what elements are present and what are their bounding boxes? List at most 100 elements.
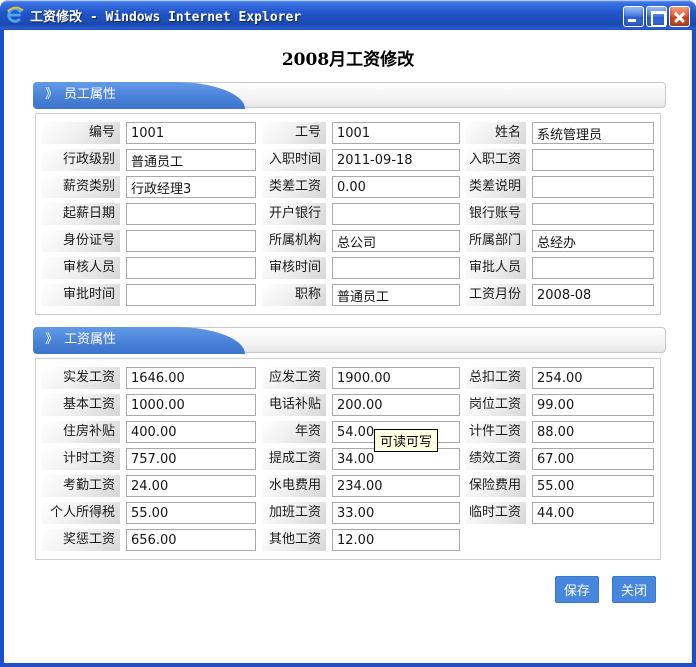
field-input[interactable] [126,421,256,443]
field-input[interactable] [332,367,460,389]
field-label: 绩效工资 [466,448,526,470]
save-button[interactable]: 保存 [555,576,599,603]
page-content: 2008月工资修改 》员工属性 编号工号姓名行政级别入职时间入职工资薪资类别类差… [4,30,692,663]
field-input[interactable] [126,122,256,144]
field-input[interactable] [332,475,460,497]
field-label: 起薪日期 [42,203,120,225]
field-input[interactable] [332,284,460,306]
field-input[interactable] [126,394,256,416]
field-input[interactable] [126,448,256,470]
field-input[interactable] [532,176,654,198]
field-input[interactable] [532,502,654,524]
field-input[interactable] [126,284,256,306]
field-input[interactable] [332,529,460,551]
field-label: 姓名 [466,122,526,144]
field-input[interactable] [332,230,460,252]
section-body: 编号工号姓名行政级别入职时间入职工资薪资类别类差工资类差说明起薪日期开户银行银行… [35,113,661,315]
field-input[interactable] [532,475,654,497]
field-input[interactable] [126,203,256,225]
field-label [466,529,526,551]
field-label: 奖惩工资 [42,529,120,551]
title-bar: 工资修改 - Windows Internet Explorer [0,0,696,30]
field-input[interactable] [126,502,256,524]
field-input[interactable] [332,203,460,225]
readwrite-tooltip: 可读可写 [374,429,438,452]
field-label: 审核人员 [42,257,120,279]
window-title: 工资修改 - Windows Internet Explorer [30,6,301,25]
field-input[interactable] [126,149,256,171]
field-label: 住房补贴 [42,421,120,443]
field-label: 个人所得税 [42,502,120,524]
field-label: 开户银行 [262,203,326,225]
window-controls [623,6,690,27]
field-input[interactable] [532,367,654,389]
field-label: 其他工资 [262,529,326,551]
field-input[interactable] [332,394,460,416]
field-input[interactable] [332,176,460,198]
field-label: 基本工资 [42,394,120,416]
field-input[interactable] [332,502,460,524]
field-label: 计时工资 [42,448,120,470]
section-body: 实发工资应发工资总扣工资基本工资电话补贴岗位工资住房补贴年资计件工资计时工资提成… [35,358,661,560]
field-label: 提成工资 [262,448,326,470]
field-input[interactable] [532,284,654,306]
chevrons-icon: 》 [45,332,58,347]
field-label: 入职工资 [466,149,526,171]
field-label: 审批人员 [466,257,526,279]
field-input[interactable] [532,448,654,470]
field-label: 所属部门 [466,230,526,252]
field-input[interactable] [126,230,256,252]
field-label: 实发工资 [42,367,120,389]
field-input[interactable] [532,257,654,279]
field-label: 应发工资 [262,367,326,389]
field-label: 编号 [42,122,120,144]
section-title: 员工属性 [64,87,116,102]
field-input[interactable] [126,475,256,497]
field-label: 所属机构 [262,230,326,252]
field-input[interactable] [532,421,654,443]
section-employee: 》员工属性 编号工号姓名行政级别入职时间入职工资薪资类别类差工资类差说明起薪日期… [4,82,692,315]
section-header-bar: 》员工属性 [33,82,666,108]
page-title: 2008月工资修改 [4,45,692,70]
field-label: 工资月份 [466,284,526,306]
field-grid: 实发工资应发工资总扣工资基本工资电话补贴岗位工资住房补贴年资计件工资计时工资提成… [42,367,654,551]
field-label: 身份证号 [42,230,120,252]
field-label: 加班工资 [262,502,326,524]
field-label: 银行账号 [466,203,526,225]
chevrons-icon: 》 [45,87,58,102]
field-label: 电话补贴 [262,394,326,416]
field-label: 行政级别 [42,149,120,171]
minimize-button[interactable] [623,6,644,27]
field-input[interactable] [532,122,654,144]
browser-window: 工资修改 - Windows Internet Explorer 2008月工资… [0,0,696,667]
close-button[interactable]: 关闭 [612,576,656,603]
field-input[interactable] [532,230,654,252]
field-label: 类差工资 [262,176,326,198]
field-input[interactable] [532,394,654,416]
field-label: 审批时间 [42,284,120,306]
field-input[interactable] [332,149,460,171]
field-input[interactable] [332,257,460,279]
section-salary: 》工资属性 实发工资应发工资总扣工资基本工资电话补贴岗位工资住房补贴年资计件工资… [4,327,692,560]
field-label: 总扣工资 [466,367,526,389]
section-tab: 》员工属性 [33,82,245,109]
action-bar: 保存 关闭 [4,576,656,603]
field-label: 薪资类别 [42,176,120,198]
field-input[interactable] [126,176,256,198]
field-input[interactable] [532,149,654,171]
section-tab: 》工资属性 [33,327,245,354]
field-label: 入职时间 [262,149,326,171]
field-input[interactable] [126,529,256,551]
field-label: 考勤工资 [42,475,120,497]
field-input[interactable] [332,122,460,144]
maximize-button[interactable] [646,6,667,27]
field-label: 工号 [262,122,326,144]
field-input[interactable] [532,203,654,225]
internet-explorer-icon [6,6,24,24]
field-input[interactable] [126,367,256,389]
section-title: 工资属性 [64,332,116,347]
field-label: 审核时间 [262,257,326,279]
field-grid: 编号工号姓名行政级别入职时间入职工资薪资类别类差工资类差说明起薪日期开户银行银行… [42,122,654,306]
close-icon[interactable] [669,6,690,27]
field-input[interactable] [126,257,256,279]
